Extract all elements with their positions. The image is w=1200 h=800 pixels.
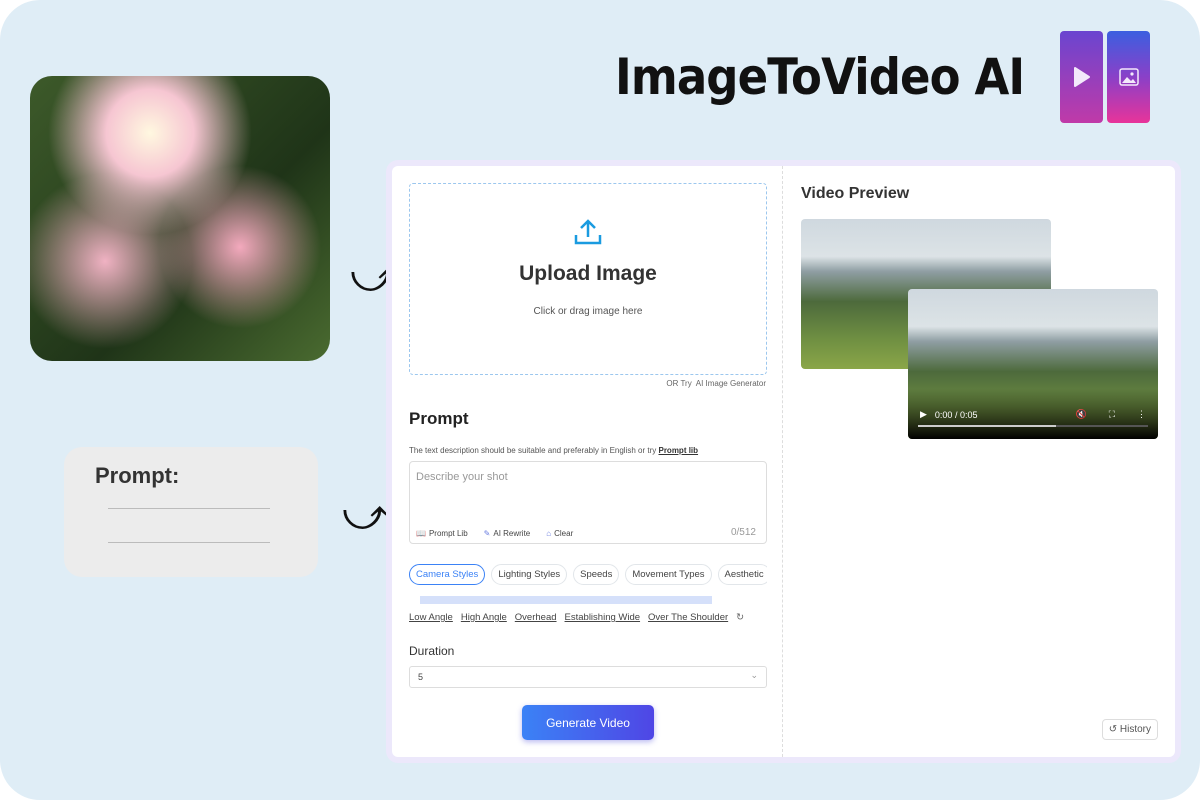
history-button[interactable]: ↺ History bbox=[1101, 719, 1158, 740]
brand-title: ImageToVideo AI bbox=[615, 48, 1025, 106]
video-progress-fill bbox=[918, 425, 1056, 427]
prompt-desc-text: The text description should be suitable … bbox=[409, 446, 657, 455]
ai-image-generator-link[interactable]: AI Image Generator bbox=[696, 379, 766, 388]
tab-aesthetic[interactable]: Aesthetic bbox=[717, 564, 767, 585]
brand-logo bbox=[1060, 31, 1150, 123]
play-button[interactable]: ▶ bbox=[920, 409, 927, 420]
prompt-card-label: Prompt: bbox=[95, 463, 180, 488]
chevron-down-icon: ⌄ bbox=[750, 670, 758, 680]
ai-rewrite-button[interactable]: ✎ AI Rewrite bbox=[484, 529, 531, 538]
history-label: History bbox=[1119, 724, 1151, 735]
tag-low-angle[interactable]: Low Angle bbox=[409, 612, 453, 623]
video-progress[interactable] bbox=[918, 425, 1148, 427]
prompt-lib-button[interactable]: 📖 Prompt Lib bbox=[416, 529, 468, 538]
video-time: 0:00 / 0:05 bbox=[934, 409, 978, 420]
video-player[interactable]: ▶ 0:00 / 0:05 🔇 ⛶ ⋮ bbox=[908, 289, 1158, 439]
history-icon: ↺ bbox=[1108, 724, 1118, 735]
or-try: OR Try AI Image Generator bbox=[666, 379, 766, 388]
play-icon bbox=[1060, 31, 1103, 123]
upload-icon bbox=[410, 218, 766, 254]
app-panel: Upload Image Click or drag image here OR… bbox=[392, 166, 1175, 757]
broom-icon: ⌂ bbox=[546, 529, 552, 538]
ai-rewrite-label: AI Rewrite bbox=[493, 529, 531, 538]
tab-lighting-styles[interactable]: Lighting Styles bbox=[491, 564, 568, 585]
prompt-illustration-card: Prompt: bbox=[64, 447, 318, 577]
or-try-text: OR Try bbox=[666, 379, 692, 388]
swap-arrow-icon: ⤻ bbox=[342, 490, 390, 539]
upload-dropzone[interactable]: Upload Image Click or drag image here bbox=[409, 183, 767, 375]
clear-button[interactable]: ⌂ Clear bbox=[546, 529, 573, 538]
duration-label: Duration bbox=[409, 644, 455, 658]
category-tabs: Camera Styles Lighting Styles Speeds Mov… bbox=[409, 564, 767, 585]
more-icon[interactable]: ⋮ bbox=[1137, 409, 1146, 420]
category-scrollbar[interactable] bbox=[420, 596, 712, 604]
prompt-lib-label: Prompt Lib bbox=[428, 529, 468, 538]
fullscreen-icon[interactable]: ⛶ bbox=[1109, 409, 1115, 420]
video-controls: ▶ 0:00 / 0:05 🔇 ⛶ ⋮ bbox=[908, 389, 1158, 439]
prompt-textarea[interactable]: Describe your shot 📖 Prompt Lib ✎ AI Rewri… bbox=[409, 461, 767, 544]
mute-icon[interactable]: 🔇 bbox=[1075, 409, 1086, 420]
tag-overhead[interactable]: Overhead bbox=[515, 612, 557, 623]
prompt-placeholder: Describe your shot bbox=[416, 471, 508, 483]
divider bbox=[108, 542, 270, 543]
divider bbox=[108, 508, 270, 509]
book-icon: 📖 bbox=[416, 529, 426, 538]
upload-subtitle: Click or drag image here bbox=[533, 306, 643, 317]
refresh-icon[interactable]: ↻ bbox=[736, 612, 744, 623]
source-flower-image bbox=[30, 76, 330, 361]
swap-arrow-icon: ⤻ bbox=[350, 252, 398, 301]
image-icon bbox=[1107, 31, 1150, 123]
video-preview-title: Video Preview bbox=[801, 185, 910, 202]
tab-movement-types[interactable]: Movement Types bbox=[625, 564, 712, 585]
duration-value: 5 bbox=[418, 672, 424, 682]
tag-over-the-shoulder[interactable]: Over The Shoulder bbox=[648, 612, 728, 623]
upload-title: Upload Image bbox=[519, 262, 657, 285]
duration-select[interactable]: 5 ⌄ bbox=[409, 666, 767, 688]
tag-list: Low Angle High Angle Overhead Establishi… bbox=[409, 612, 744, 623]
tab-camera-styles[interactable]: Camera Styles bbox=[409, 564, 486, 585]
prompt-description: The text description should be suitable … bbox=[409, 446, 698, 455]
tag-high-angle[interactable]: High Angle bbox=[461, 612, 507, 623]
prompt-lib-link[interactable]: Prompt lib bbox=[658, 446, 698, 455]
magic-wand-icon: ✎ bbox=[483, 529, 491, 538]
clear-label: Clear bbox=[554, 529, 574, 538]
tab-speeds[interactable]: Speeds bbox=[573, 564, 620, 585]
generate-video-button[interactable]: Generate Video bbox=[522, 705, 654, 740]
input-panel: Upload Image Click or drag image here OR… bbox=[392, 166, 783, 757]
char-counter: 0/512 bbox=[730, 527, 756, 538]
tag-establishing-wide[interactable]: Establishing Wide bbox=[565, 612, 641, 623]
prompt-title: Prompt bbox=[409, 409, 469, 428]
